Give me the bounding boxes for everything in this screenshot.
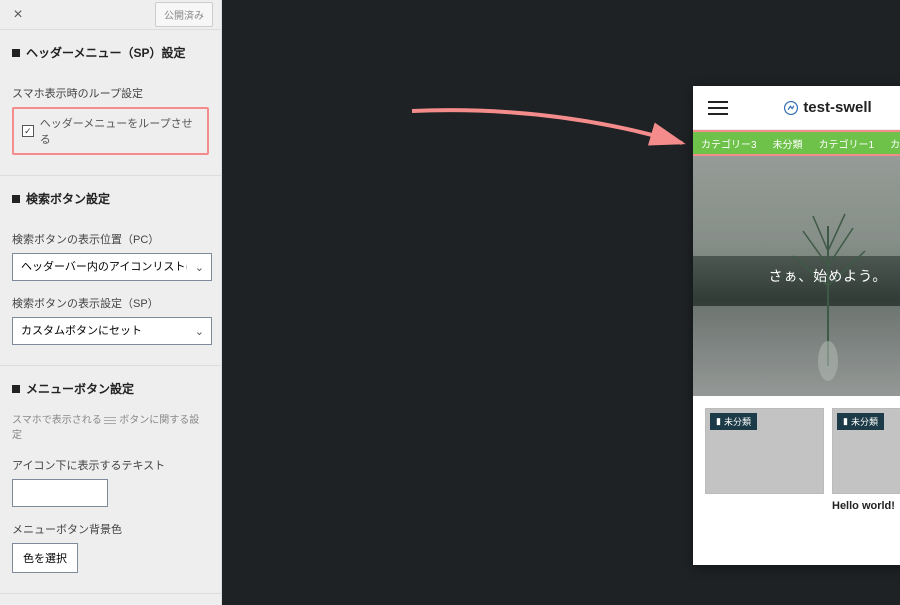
hero: さぁ、始めよう。 (693, 156, 900, 396)
post-title[interactable]: Hello world! (832, 500, 900, 512)
icon-text-label: アイコン下に表示するテキスト (12, 457, 209, 473)
square-icon (12, 49, 20, 57)
loop-text: ヘッダーメニューをループさせる (40, 115, 199, 147)
hamburger-icon[interactable] (707, 97, 729, 119)
menu-bg-label: メニューボタン背景色 (12, 521, 209, 537)
section-title: 検索ボタン設定 (26, 190, 110, 207)
site-title[interactable]: test-swell (803, 99, 871, 116)
post-thumbnail: ▮ 未分類 (832, 408, 900, 494)
preview-canvas: test-swell カテゴリー3 未分類 カテゴリー1 カテゴリー2 カテゴリ (222, 0, 900, 605)
customizer-sidebar: × 公開済み ヘッダーメニュー（SP）設定 スマホ表示時のループ設定 ✓ ヘッダ… (0, 0, 222, 605)
preview-header: test-swell (693, 86, 900, 130)
loop-label: スマホ表示時のループ設定 (12, 85, 209, 101)
post-card[interactable]: ▮ 未分類 Hello world! (832, 408, 900, 512)
post-tag[interactable]: ▮ 未分類 (710, 413, 757, 430)
loop-checkbox-highlight: ✓ ヘッダーメニューをループさせる (12, 107, 209, 155)
cat-item[interactable]: カテゴリー2 (882, 136, 900, 151)
post-tag[interactable]: ▮ 未分類 (837, 413, 884, 430)
square-icon (12, 385, 20, 393)
section-menu-btn: メニューボタン設定 (0, 366, 221, 407)
section-custom-btn: カスタムボタン設定 (0, 594, 221, 605)
folder-icon: ▮ (843, 416, 848, 427)
menu-icon (104, 417, 116, 424)
search-sp-select[interactable]: カスタムボタンにセット (12, 317, 212, 345)
icon-text-input[interactable] (12, 479, 108, 507)
section-title: メニューボタン設定 (26, 380, 134, 397)
site-logo-icon (784, 101, 798, 115)
search-sp-label: 検索ボタンの表示設定（SP） (12, 295, 209, 311)
square-icon (12, 195, 20, 203)
cat-item[interactable]: 未分類 (765, 136, 811, 151)
section-title: ヘッダーメニュー（SP）設定 (26, 44, 186, 61)
post-thumbnail: ▮ 未分類 (705, 408, 824, 494)
close-icon[interactable]: × (8, 5, 28, 25)
search-pc-select[interactable]: ヘッダーバー内のアイコンリストに表 (12, 253, 212, 281)
loop-checkbox[interactable]: ✓ (22, 125, 34, 137)
section-header-sp: ヘッダーメニュー（SP）設定 (0, 30, 221, 71)
mobile-preview: test-swell カテゴリー3 未分類 カテゴリー1 カテゴリー2 カテゴリ (693, 86, 900, 565)
cat-item[interactable]: カテゴリー3 (693, 136, 765, 151)
post-card[interactable]: ▮ 未分類 (705, 408, 824, 512)
cat-item[interactable]: カテゴリー1 (811, 136, 883, 151)
section-search: 検索ボタン設定 (0, 176, 221, 217)
publish-button[interactable]: 公開済み (155, 2, 213, 27)
category-nav-loop[interactable]: カテゴリー3 未分類 カテゴリー1 カテゴリー2 カテゴリ (693, 130, 900, 156)
post-grid: ▮ 未分類 ▮ 未分類 Hello world! (693, 396, 900, 524)
color-picker-button[interactable]: 色を選択 (12, 543, 78, 573)
search-pc-label: 検索ボタンの表示位置（PC） (12, 231, 209, 247)
annotation-arrow (372, 95, 722, 175)
sidebar-top-bar: × 公開済み (0, 0, 221, 30)
folder-icon: ▮ (716, 416, 721, 427)
menu-help: スマホで表示される ボタンに関する設定 (12, 413, 209, 443)
hero-text: さぁ、始めよう。 (769, 266, 888, 286)
